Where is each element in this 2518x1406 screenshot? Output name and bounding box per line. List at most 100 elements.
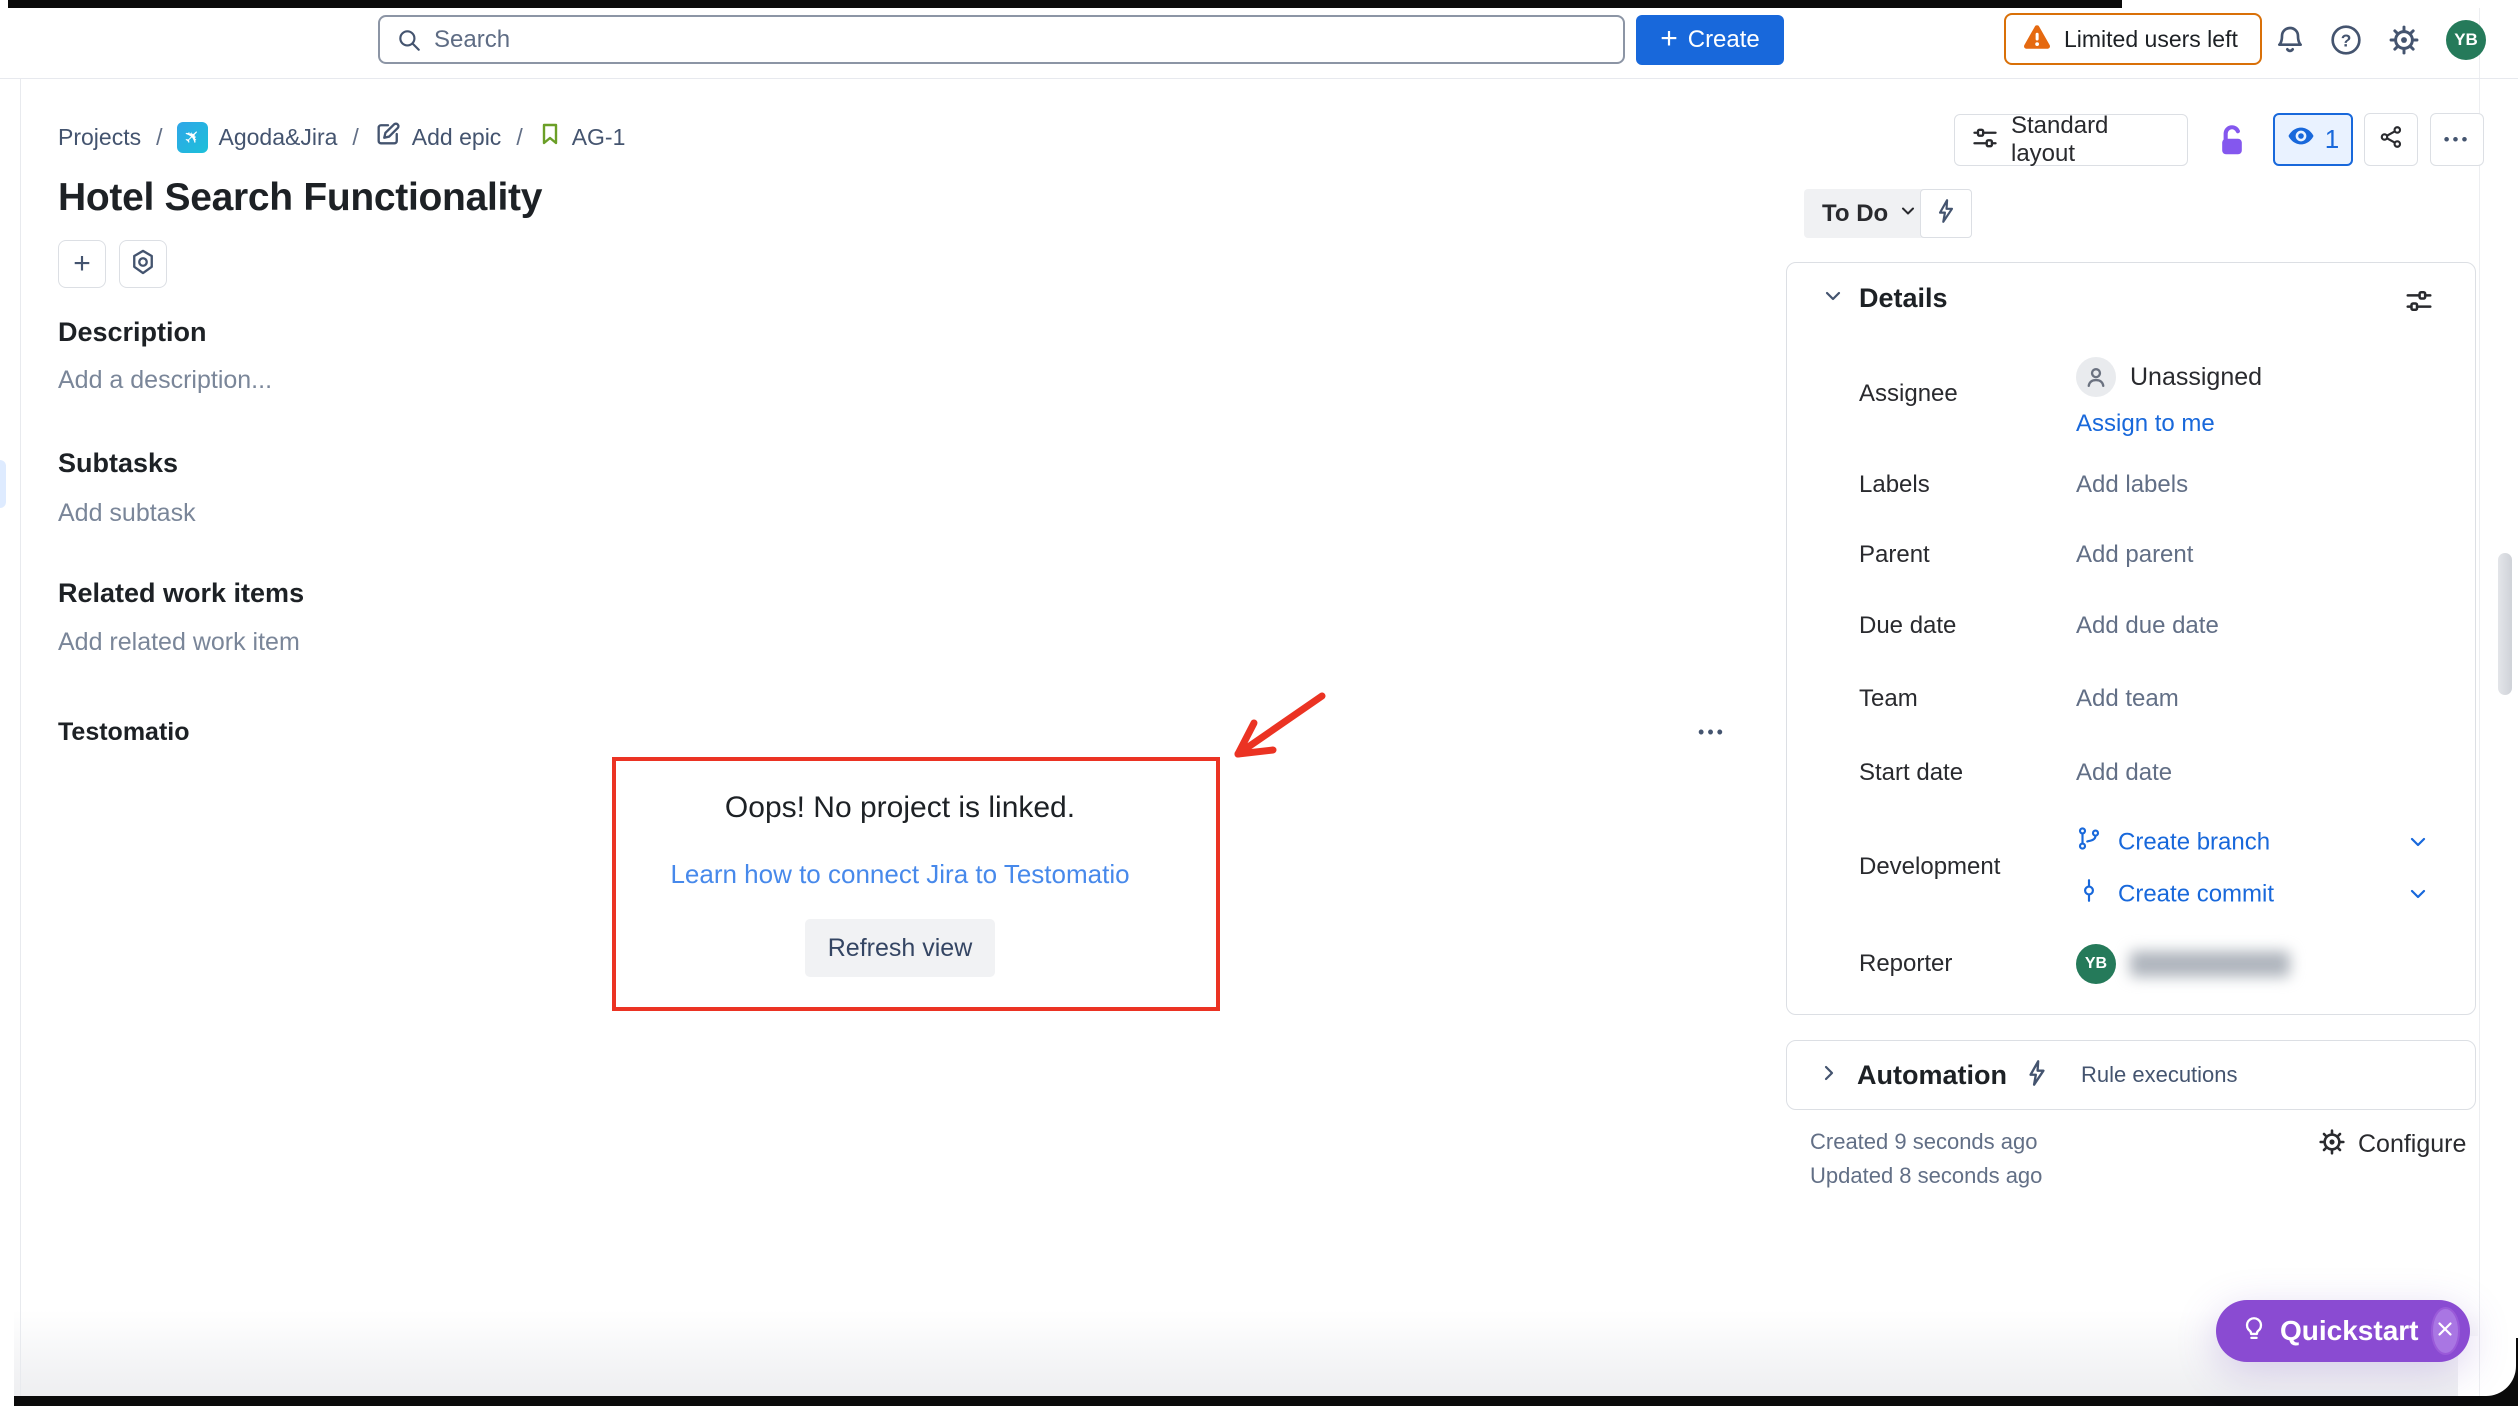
breadcrumb-project[interactable]: ✈ Agoda&Jira <box>177 122 337 153</box>
updated-timestamp: Updated 8 seconds ago <box>1810 1163 2042 1189</box>
add-content-button[interactable]: + <box>58 240 106 288</box>
standard-layout-button[interactable]: Standard layout <box>1954 114 2188 166</box>
due-date-field[interactable]: Add due date <box>2076 612 2219 640</box>
lightbulb-icon <box>2240 1315 2268 1348</box>
question-circle-icon: ? <box>2330 24 2362 61</box>
svg-text:?: ? <box>2341 30 2352 50</box>
parent-label: Parent <box>1859 541 1930 569</box>
quickstart-close-button[interactable] <box>2431 1307 2461 1355</box>
testomatio-more-button[interactable]: ••• <box>1688 714 1736 750</box>
lightning-icon <box>2023 1059 2051 1092</box>
create-commit-link[interactable]: Create commit <box>2076 878 2274 911</box>
breadcrumb-issue-key[interactable]: AG-1 <box>538 122 626 152</box>
create-button[interactable]: + Create <box>1636 15 1784 65</box>
window-top-edge <box>8 0 2122 8</box>
rule-executions-label: Rule executions <box>2081 1062 2238 1088</box>
left-border <box>20 79 21 1396</box>
collapsed-sidebar-peek[interactable] <box>0 460 6 508</box>
user-avatar[interactable]: YB <box>2446 20 2486 60</box>
assignee-field[interactable]: Unassigned <box>2076 357 2262 397</box>
reporter-field[interactable]: YB <box>2076 944 2290 984</box>
ellipsis-icon: ••• <box>2444 130 2471 150</box>
gear-icon <box>2318 1128 2346 1161</box>
status-dropdown[interactable]: To Do <box>1804 189 1936 238</box>
error-message: Oops! No project is linked. <box>616 791 1184 825</box>
eye-icon <box>2287 122 2315 157</box>
warning-icon <box>2022 22 2052 57</box>
page-bottom-fade <box>14 1310 2478 1396</box>
description-heading: Description <box>58 317 207 348</box>
due-date-label: Due date <box>1859 612 1956 640</box>
commit-icon <box>2076 878 2102 911</box>
settings-button[interactable] <box>2386 24 2422 60</box>
create-branch-link[interactable]: Create branch <box>2076 826 2270 859</box>
global-search[interactable] <box>378 15 1625 64</box>
annotation-arrow <box>1210 688 1330 773</box>
share-button[interactable] <box>2364 113 2418 166</box>
team-field[interactable]: Add team <box>2076 685 2179 713</box>
search-icon <box>396 27 422 53</box>
created-timestamp: Created 9 seconds ago <box>1810 1129 2038 1155</box>
labels-label: Labels <box>1859 471 1930 499</box>
gear-icon <box>2388 24 2420 61</box>
unassigned-avatar-icon <box>2076 357 2116 397</box>
related-work-heading: Related work items <box>58 578 304 609</box>
assignee-label: Assignee <box>1859 380 1958 408</box>
start-date-label: Start date <box>1859 759 1963 787</box>
watch-count: 1 <box>2325 124 2339 155</box>
start-date-field[interactable]: Add date <box>2076 759 2172 787</box>
right-border <box>2479 8 2480 1396</box>
automation-quick-button[interactable] <box>1920 189 1972 238</box>
configure-button[interactable]: Configure <box>2318 1128 2466 1161</box>
reporter-name-redacted <box>2130 951 2290 977</box>
bookmark-icon <box>538 122 562 152</box>
commit-chevron-down-icon[interactable] <box>2405 881 2431 907</box>
search-input[interactable] <box>434 26 1607 54</box>
unlocked-lock-icon[interactable] <box>2212 118 2252 164</box>
details-panel: Details Assignee Unassigned Assign to me… <box>1786 262 2476 1015</box>
apps-hexagon-icon <box>129 248 157 281</box>
parent-field[interactable]: Add parent <box>2076 541 2193 569</box>
refresh-view-button[interactable]: Refresh view <box>805 919 995 977</box>
lightning-icon <box>1933 198 1959 229</box>
testomatio-heading: Testomatio <box>58 718 190 747</box>
apps-button[interactable] <box>119 240 167 288</box>
quickstart-button[interactable]: Quickstart <box>2216 1300 2470 1362</box>
page-title[interactable]: Hotel Search Functionality <box>58 176 542 220</box>
layout-sliders-icon <box>1971 124 1999 157</box>
testomatio-error-panel: Oops! No project is linked. Learn how to… <box>616 761 1184 1007</box>
development-label: Development <box>1859 853 2000 881</box>
labels-field[interactable]: Add labels <box>2076 471 2188 499</box>
bell-icon <box>2274 24 2306 61</box>
limited-users-button[interactable]: Limited users left <box>2004 13 2262 65</box>
description-placeholder[interactable]: Add a description... <box>58 366 272 395</box>
add-subtask[interactable]: Add subtask <box>58 499 196 528</box>
branch-chevron-down-icon[interactable] <box>2405 829 2431 855</box>
share-icon <box>2378 124 2404 155</box>
chevron-down-icon <box>1821 284 1845 313</box>
project-avatar-icon: ✈ <box>177 122 208 153</box>
plus-icon: + <box>1660 24 1678 54</box>
notifications-button[interactable] <box>2272 24 2308 60</box>
details-collapse-toggle[interactable]: Details <box>1821 283 1948 314</box>
automation-panel[interactable]: Automation Rule executions <box>1786 1040 2476 1110</box>
subtasks-heading: Subtasks <box>58 448 178 479</box>
edit-icon <box>374 120 402 154</box>
breadcrumb: Projects / ✈ Agoda&Jira / Add epic / AG-… <box>58 120 625 154</box>
more-actions-button[interactable]: ••• <box>2430 113 2484 166</box>
watchers-button[interactable]: 1 <box>2273 113 2353 166</box>
scrollbar-thumb[interactable] <box>2498 553 2512 695</box>
help-button[interactable]: ? <box>2328 24 2364 60</box>
window-corner-mask <box>2458 1336 2516 1396</box>
header-divider <box>0 78 2518 79</box>
annotation-red-box: Oops! No project is linked. Learn how to… <box>612 757 1220 1011</box>
details-settings-button[interactable] <box>2403 285 2435 317</box>
assign-to-me-link[interactable]: Assign to me <box>2076 410 2215 438</box>
team-label: Team <box>1859 685 1918 713</box>
chevron-down-icon <box>1898 201 1918 226</box>
breadcrumb-add-epic[interactable]: Add epic <box>374 120 502 154</box>
add-related-work-item[interactable]: Add related work item <box>58 628 300 657</box>
branch-icon <box>2076 826 2102 859</box>
breadcrumb-projects[interactable]: Projects <box>58 124 141 151</box>
connect-help-link[interactable]: Learn how to connect Jira to Testomatio <box>616 859 1184 890</box>
